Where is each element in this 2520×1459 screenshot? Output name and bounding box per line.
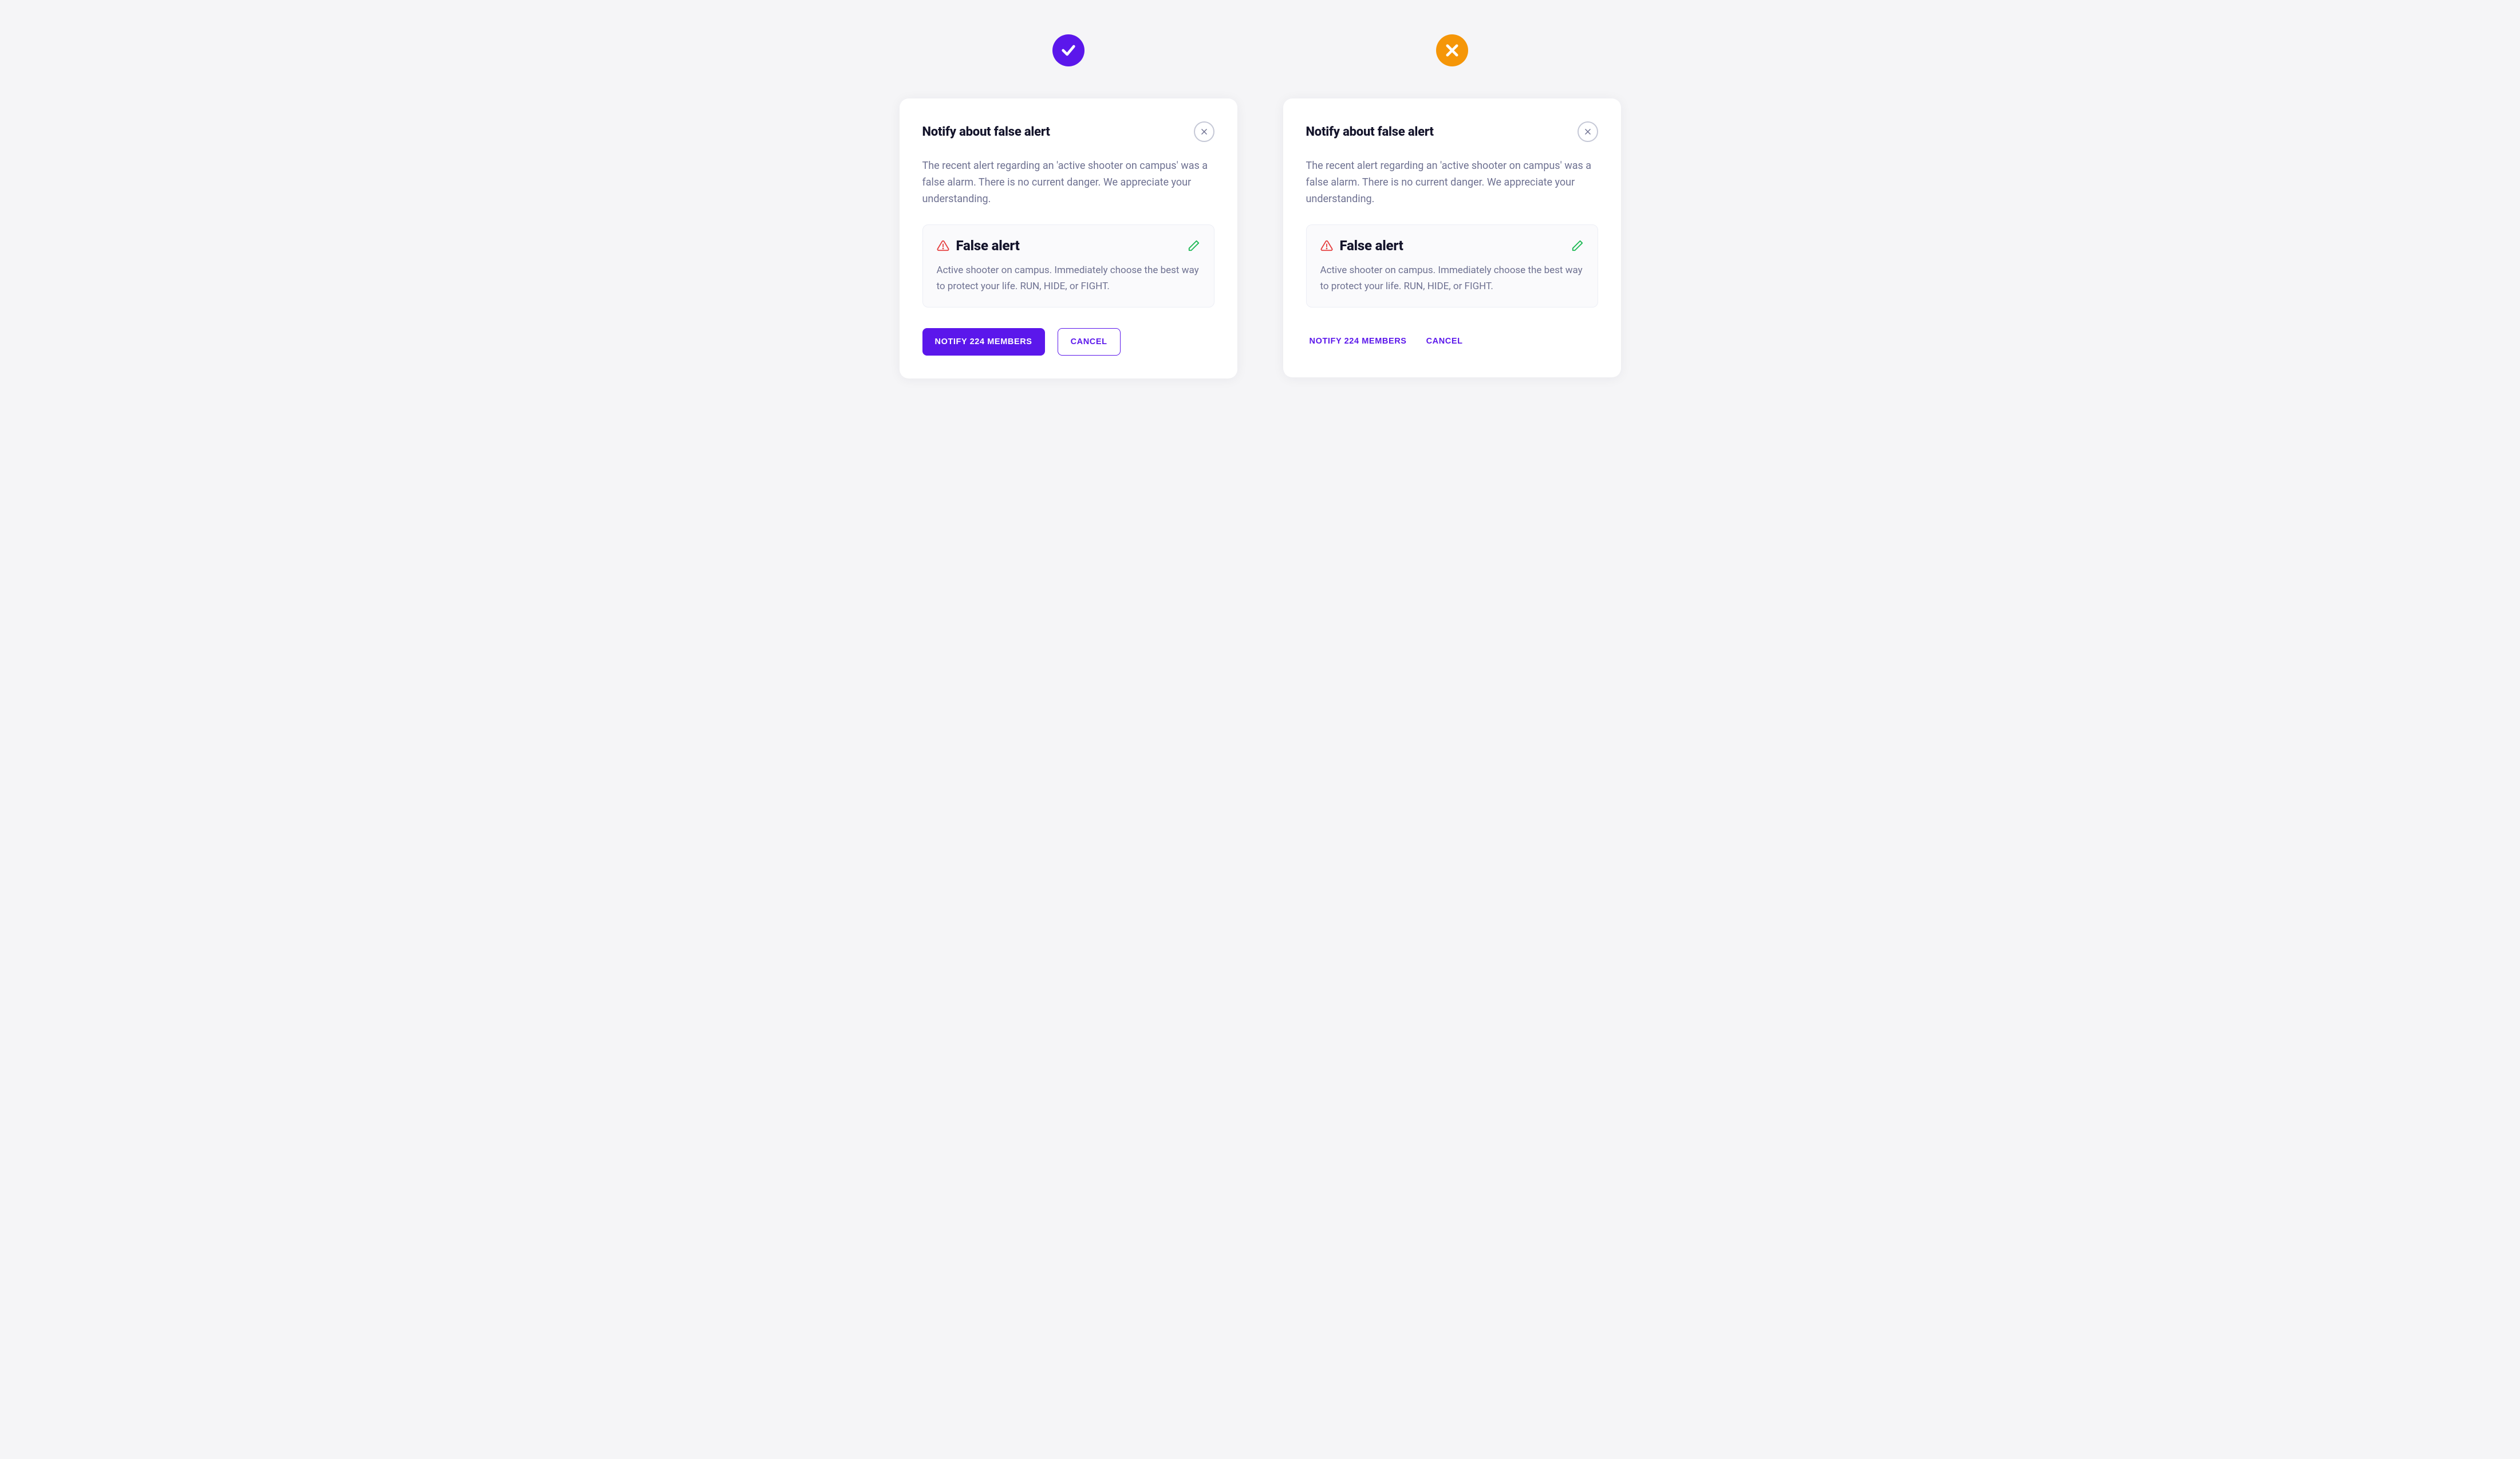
edit-icon[interactable]: [1571, 239, 1584, 252]
dialog-header: Notify about false alert: [922, 121, 1214, 142]
bad-example: Notify about false alert The recent aler…: [1283, 34, 1621, 1425]
notify-button[interactable]: NOTIFY 224 MEMBERS: [922, 328, 1045, 356]
dialog-title: Notify about false alert: [1306, 125, 1434, 139]
alert-description: Active shooter on campus. Immediately ch…: [937, 263, 1200, 294]
alert-header-left: False alert: [1320, 238, 1403, 254]
bad-badge: [1436, 34, 1468, 66]
alert-header-left: False alert: [937, 238, 1020, 254]
close-icon: [1200, 128, 1208, 136]
notify-dialog: Notify about false alert The recent aler…: [1283, 98, 1621, 377]
cross-icon: [1444, 42, 1460, 58]
close-button[interactable]: [1194, 121, 1214, 142]
warning-icon: [937, 239, 949, 252]
dialog-actions: NOTIFY 224 MEMBERS CANCEL: [1306, 328, 1598, 354]
check-icon: [1060, 42, 1076, 58]
edit-icon[interactable]: [1188, 239, 1200, 252]
notify-button[interactable]: NOTIFY 224 MEMBERS: [1306, 328, 1410, 354]
alert-label: False alert: [1340, 238, 1403, 254]
cancel-button[interactable]: CANCEL: [1423, 328, 1466, 354]
alert-header: False alert: [1320, 238, 1584, 254]
dialog-body-text: The recent alert regarding an 'active sh…: [922, 158, 1214, 207]
close-button[interactable]: [1578, 121, 1598, 142]
dialog-actions: NOTIFY 224 MEMBERS CANCEL: [922, 328, 1214, 356]
good-example: Notify about false alert The recent aler…: [900, 34, 1237, 1425]
close-icon: [1584, 128, 1592, 136]
dialog-body-text: The recent alert regarding an 'active sh…: [1306, 158, 1598, 207]
alert-preview: False alert Active shooter on campus. Im…: [1306, 224, 1598, 307]
warning-icon: [1320, 239, 1333, 252]
dialog-header: Notify about false alert: [1306, 121, 1598, 142]
alert-header: False alert: [937, 238, 1200, 254]
cancel-button[interactable]: CANCEL: [1058, 328, 1121, 356]
alert-description: Active shooter on campus. Immediately ch…: [1320, 263, 1584, 294]
notify-dialog: Notify about false alert The recent aler…: [900, 98, 1237, 378]
alert-label: False alert: [956, 238, 1020, 254]
dialog-title: Notify about false alert: [922, 125, 1050, 139]
good-badge: [1052, 34, 1084, 66]
alert-preview: False alert Active shooter on campus. Im…: [922, 224, 1214, 307]
